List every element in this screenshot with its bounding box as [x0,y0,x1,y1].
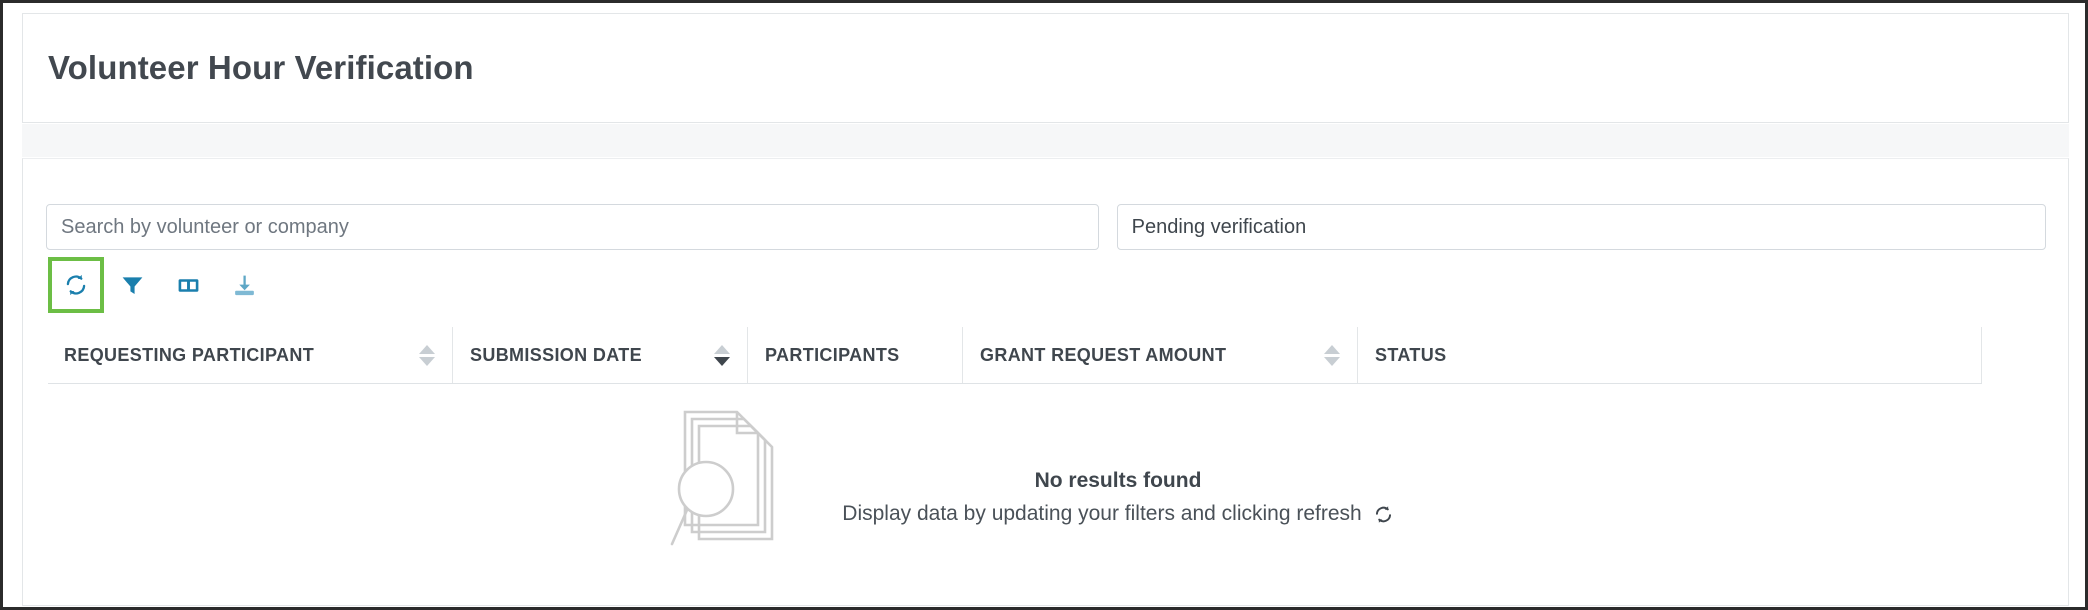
page-title: Volunteer Hour Verification [48,49,474,87]
columns-button[interactable] [160,257,216,313]
app-screenshot: Volunteer Hour Verification Search by vo… [0,0,2088,610]
column-header-label: STATUS [1375,345,1446,366]
column-header-requesting-participant[interactable]: REQUESTING PARTICIPANT [48,327,452,383]
empty-state-title: No results found [808,469,1428,493]
status-filter-input[interactable]: Pending verification [1117,204,2046,250]
sort-descending-caret-icon [419,357,435,366]
column-header-label: SUBMISSION DATE [470,345,642,366]
column-header-label: REQUESTING PARTICIPANT [64,345,314,366]
sort-toggle-submission-date[interactable] [714,345,730,366]
column-header-submission-date[interactable]: SUBMISSION DATE [452,327,747,383]
table-header-row: REQUESTING PARTICIPANT SUBMISSION DATE P… [48,327,1982,384]
sort-ascending-caret-icon [1324,345,1340,354]
refresh-button[interactable] [48,257,104,313]
header-divider-strip [22,124,2069,157]
export-button[interactable] [216,257,272,313]
download-icon [232,273,257,298]
filter-bar: Search by volunteer or company Pending v… [46,204,2046,250]
empty-state-subtitle-row: Display data by updating your filters an… [808,502,1428,526]
empty-state-text: No results found Display data by updatin… [808,469,1428,526]
action-toolbar [48,257,272,313]
refresh-icon [63,272,89,298]
page-header: Volunteer Hour Verification [22,13,2069,123]
filter-funnel-icon [120,273,145,298]
sort-toggle-grant-request-amount[interactable] [1324,345,1340,366]
no-results-illustration-icon [668,399,780,554]
empty-state: No results found Display data by updatin… [48,391,1982,601]
column-header-status[interactable]: STATUS [1357,327,1982,383]
sort-ascending-caret-icon [714,345,730,354]
column-header-label: PARTICIPANTS [765,345,900,366]
refresh-icon [1373,504,1394,525]
sort-toggle-requesting-participant[interactable] [419,345,435,366]
column-header-participants[interactable]: PARTICIPANTS [747,327,962,383]
main-panel: Search by volunteer or company Pending v… [22,158,2069,606]
column-header-label: GRANT REQUEST AMOUNT [980,345,1226,366]
empty-state-subtitle: Display data by updating your filters an… [842,502,1361,526]
search-input[interactable]: Search by volunteer or company [46,204,1099,250]
sort-descending-caret-icon [1324,357,1340,366]
filter-button[interactable] [104,257,160,313]
column-header-grant-request-amount[interactable]: GRANT REQUEST AMOUNT [962,327,1357,383]
columns-icon [176,273,201,298]
sort-ascending-caret-icon [419,345,435,354]
sort-descending-caret-icon [714,357,730,366]
